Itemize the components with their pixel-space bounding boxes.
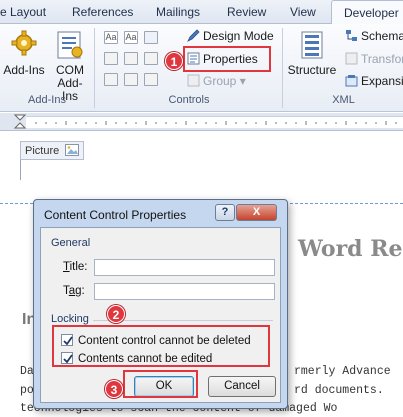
tag-input[interactable] [94, 283, 275, 300]
ok-button-highlight [123, 370, 198, 398]
horizontal-ruler[interactable] [0, 113, 403, 131]
cancel-button[interactable]: Cancel [208, 376, 276, 397]
ruler-scale [26, 116, 403, 128]
structure-icon [301, 31, 323, 59]
picture-icon [65, 144, 80, 156]
schema-label: Schema [361, 29, 403, 43]
picture-content-control-tag[interactable]: Picture [20, 141, 85, 160]
date-picker-control-icon[interactable] [104, 73, 118, 86]
design-mode-label: Design Mode [203, 29, 274, 43]
document-line2-left: po [20, 384, 34, 397]
properties-highlight [183, 46, 271, 72]
addins-button[interactable]: Add-Ins [2, 30, 46, 77]
controls-group-label: Controls [168, 94, 210, 106]
tab-review[interactable]: Review [227, 5, 266, 19]
transformation-label: Transfor [361, 52, 403, 66]
document-line2-right: rd documents. [294, 384, 384, 397]
combo-box-control-icon[interactable] [124, 52, 138, 65]
ribbon-tab-strip: e Layout References Mailings Review View… [0, 0, 403, 25]
schema-icon [346, 30, 357, 41]
picture-content-control[interactable] [20, 160, 403, 180]
step-2-badge: 2 [107, 305, 125, 323]
group-separator [282, 28, 283, 108]
com-addins-label-line1: COM [56, 63, 84, 77]
com-addins-button[interactable]: COM Add-Ins [50, 30, 90, 103]
addins-label: Add-Ins [3, 63, 45, 77]
tab-page-layout[interactable]: e Layout [0, 5, 46, 19]
tab-developer[interactable]: Developer [331, 0, 403, 25]
tag-field-label: Tag: [63, 285, 85, 297]
more-controls-icon[interactable] [144, 73, 158, 86]
design-mode-icon [187, 29, 200, 42]
legacy-tools-icon[interactable] [124, 73, 138, 86]
gear-icon [11, 30, 37, 56]
step-1-badge: 1 [165, 52, 183, 70]
general-section-label: General [51, 237, 91, 249]
ruler-ticks [35, 121, 397, 125]
locking-section-label: Locking [51, 313, 89, 325]
expansion-packs-label: Expansi [361, 74, 403, 88]
group-label: Group [203, 74, 237, 88]
addins-group-label: Add-Ins [28, 94, 66, 106]
plain-text-control-icon[interactable]: Aa [124, 31, 138, 44]
drop-down-control-icon[interactable] [144, 52, 158, 65]
group-icon [187, 74, 200, 87]
schema-button[interactable]: Schema [345, 29, 403, 43]
design-mode-button[interactable]: Design Mode [187, 29, 274, 43]
title-input[interactable] [94, 259, 275, 276]
close-button[interactable]: X [236, 204, 277, 221]
indent-marker-icon[interactable] [14, 114, 26, 130]
ribbon: Add-Ins COM Add-Ins Add-Ins Aa Aa Design… [0, 24, 403, 112]
group-button[interactable]: Group ▾ [187, 74, 246, 88]
help-button[interactable]: ? [215, 204, 235, 221]
com-addins-icon [57, 31, 83, 59]
expansion-packs-button[interactable]: Expansi [345, 74, 403, 88]
document-line1-left: Da [20, 365, 34, 378]
document-heading: Word Re [298, 236, 403, 262]
locking-checkboxes-highlight [52, 325, 270, 367]
rich-text-control-icon[interactable]: Aa [104, 31, 118, 44]
title-label-rest: itle: [69, 261, 88, 273]
xml-group-label: XML [332, 94, 355, 106]
group-separator [94, 28, 95, 108]
document-line1-right: rmerly Advance [294, 365, 391, 378]
picture-tag-label: Picture [25, 145, 60, 157]
building-block-control-icon[interactable] [104, 52, 118, 65]
tag-label-rest: g: [75, 285, 85, 297]
structure-button[interactable]: Structure [286, 30, 338, 77]
picture-control-icon[interactable] [144, 31, 158, 44]
tab-view[interactable]: View [290, 5, 316, 19]
transformation-button[interactable]: Transfor [345, 52, 403, 66]
title-accesskey: T [63, 261, 70, 273]
expansion-packs-icon [345, 75, 358, 87]
structure-label: Structure [287, 63, 337, 77]
title-field-label: Title: [63, 261, 88, 273]
transformation-icon [345, 52, 358, 65]
tab-references[interactable]: References [72, 5, 133, 19]
step-3-badge: 3 [105, 380, 123, 398]
tab-mailings[interactable]: Mailings [156, 5, 200, 19]
dialog-title: Content Control Properties [44, 208, 187, 222]
